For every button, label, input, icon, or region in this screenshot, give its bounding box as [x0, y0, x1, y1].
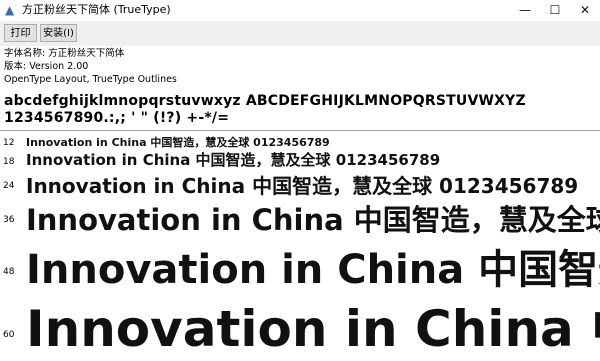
sample-text: Innovation in China 中国智造，慧及全球 0123456789 — [26, 300, 600, 358]
font-info: 字体名称: 方正粉丝天下简体 版本: Version 2.00 OpenType… — [0, 46, 600, 89]
sample-row-36: 36 Innovation in China 中国智造，慧及全球 0123456… — [0, 197, 600, 237]
sample-text: Innovation in China 中国智造，慧及全球 0123456789 — [26, 136, 330, 149]
install-button[interactable]: 安装(I) — [40, 24, 77, 42]
sample-row-24: 24 Innovation in China 中国智造，慧及全球 0123456… — [0, 169, 600, 198]
font-name-text: 字体名称: 方正粉丝天下简体 — [4, 48, 125, 59]
window-title: 方正粉丝天下简体 (TrueType) — [22, 3, 171, 16]
font-outline-text: OpenType Layout, TrueType Outlines — [4, 74, 177, 85]
title-bar: ▲ 方正粉丝天下简体 (TrueType) — ☐ ✕ — [0, 0, 600, 21]
close-button[interactable]: ✕ — [570, 0, 600, 21]
size-label: 36 — [3, 215, 15, 225]
charset-digits: 1234567890.:,; ' " (!?) +-*/= — [4, 110, 230, 126]
sample-text: Innovation in China 中国智造，慧及全球 0123456789 — [26, 247, 600, 293]
toolbar: 打印(P) 安装(I) — [0, 21, 600, 57]
sample-text: Innovation in China 中国智造，慧及全球 0123456789 — [26, 174, 579, 198]
sample-row-60: 60 Innovation in China 中国智造，慧及全球 0123456… — [0, 289, 600, 358]
sample-text: Innovation in China 中国智造，慧及全球 0123456789 — [26, 151, 441, 169]
minimize-button[interactable]: — — [510, 0, 540, 21]
charset-divider — [0, 130, 600, 131]
size-label: 12 — [3, 138, 15, 148]
charset-letters: abcdefghijklmnopqrstuvwxyz ABCDEFGHIJKLM… — [4, 93, 526, 109]
font-version-text: 版本: Version 2.00 — [4, 61, 89, 72]
print-button[interactable]: 打印(P) — [4, 24, 37, 57]
sample-row-18: 18 Innovation in China 中国智造，慧及全球 0123456… — [0, 149, 600, 169]
font-viewer-icon: ▲ — [5, 3, 15, 17]
sample-row-12: 12 Innovation in China 中国智造，慧及全球 0123456… — [0, 133, 600, 149]
size-label: 48 — [3, 267, 15, 277]
size-label: 18 — [3, 157, 15, 167]
sample-row-48: 48 Innovation in China 中国智造，慧及全球 0123456… — [0, 237, 600, 293]
maximize-button[interactable]: ☐ — [540, 0, 570, 21]
size-label: 24 — [3, 181, 15, 191]
size-label: 60 — [3, 330, 15, 340]
sample-text: Innovation in China 中国智造，慧及全球 0123456789 — [26, 203, 600, 237]
